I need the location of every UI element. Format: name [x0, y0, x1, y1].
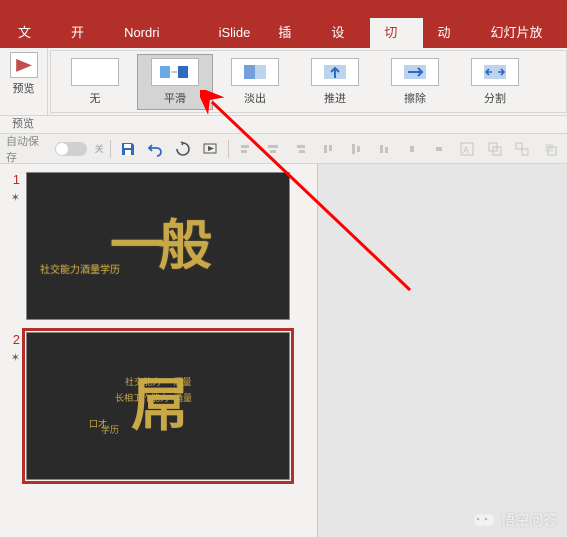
preview-button[interactable]: 预览 [0, 48, 48, 115]
slide-number: 2 [8, 332, 20, 347]
align-middle-v-button [345, 138, 367, 160]
transition-push[interactable]: 推进 [297, 54, 373, 110]
send-backward-button [539, 138, 561, 160]
paragraph-marks-button: A [456, 138, 478, 160]
watermark: 悟空问答 [473, 509, 557, 531]
tab-insert[interactable]: 插入 [264, 18, 317, 48]
transitions-gallery: 无 平滑 淡出 推进 擦除 [50, 50, 567, 113]
tab-design[interactable]: 设计 [317, 18, 370, 48]
transition-split-icon [471, 58, 519, 86]
tab-home[interactable]: 开始 [57, 18, 110, 48]
autosave-toggle[interactable]: 自动保存 关 [6, 133, 104, 165]
preview-icon [10, 52, 38, 78]
watermark-icon [473, 509, 495, 531]
transition-none[interactable]: 无 [57, 54, 133, 110]
transition-fade[interactable]: 淡出 [217, 54, 293, 110]
align-top-button [318, 138, 340, 160]
slide-thumbnail-2[interactable]: 社交能力 酒量 长相工作能力 酒量 学历 口才 屌 [26, 332, 290, 480]
toggle-icon [55, 142, 86, 156]
distribute-v-button [428, 138, 450, 160]
tab-nordri[interactable]: Nordri Tools [110, 18, 205, 48]
transition-wipe[interactable]: 擦除 [377, 54, 453, 110]
tab-animations[interactable]: 动画 [423, 18, 476, 48]
align-center-h-button [262, 138, 284, 160]
start-button[interactable] [200, 138, 222, 160]
transition-wipe-icon [391, 58, 439, 86]
save-button[interactable] [117, 138, 139, 160]
ungroup-button [512, 138, 534, 160]
slide-thumbnail-1[interactable]: 一般 [26, 172, 290, 320]
tab-file[interactable]: 文件 [4, 18, 57, 48]
svg-text:A: A [463, 145, 469, 155]
group-button [484, 138, 506, 160]
tab-islide[interactable]: iSlide [205, 18, 265, 48]
quick-access-toolbar: 自动保存 关 A [0, 134, 567, 164]
redo-button[interactable] [172, 138, 194, 160]
slide-editor-area[interactable] [318, 164, 567, 537]
undo-button[interactable] [144, 138, 166, 160]
align-bottom-button [373, 138, 395, 160]
align-left-button [234, 138, 256, 160]
transition-morph[interactable]: 平滑 [137, 54, 213, 110]
transition-indicator-icon: ✶ [11, 351, 20, 364]
transition-morph-icon [151, 58, 199, 86]
slide-thumbnail-panel: 1 ✶ 一般 2 ✶ 社交能力 酒量 长相工作能力 酒量 学历 口才 屌 [0, 164, 318, 537]
transition-indicator-icon: ✶ [11, 191, 20, 204]
transition-push-icon [311, 58, 359, 86]
preview-section-label: 预览 [0, 116, 567, 134]
ribbon-tabs: 文件 开始 Nordri Tools iSlide 插入 设计 切换 动画 幻灯… [0, 18, 567, 48]
ribbon: 预览 无 平滑 淡出 推进 擦除 [0, 48, 567, 116]
slide-number: 1 [8, 172, 20, 187]
align-right-button [290, 138, 312, 160]
transition-split[interactable]: 分割 [457, 54, 533, 110]
tab-slideshow[interactable]: 幻灯片放映 [476, 18, 567, 48]
transition-fade-icon [231, 58, 279, 86]
tab-transitions[interactable]: 切换 [370, 18, 423, 48]
distribute-h-button [401, 138, 423, 160]
transition-none-icon [71, 58, 119, 86]
